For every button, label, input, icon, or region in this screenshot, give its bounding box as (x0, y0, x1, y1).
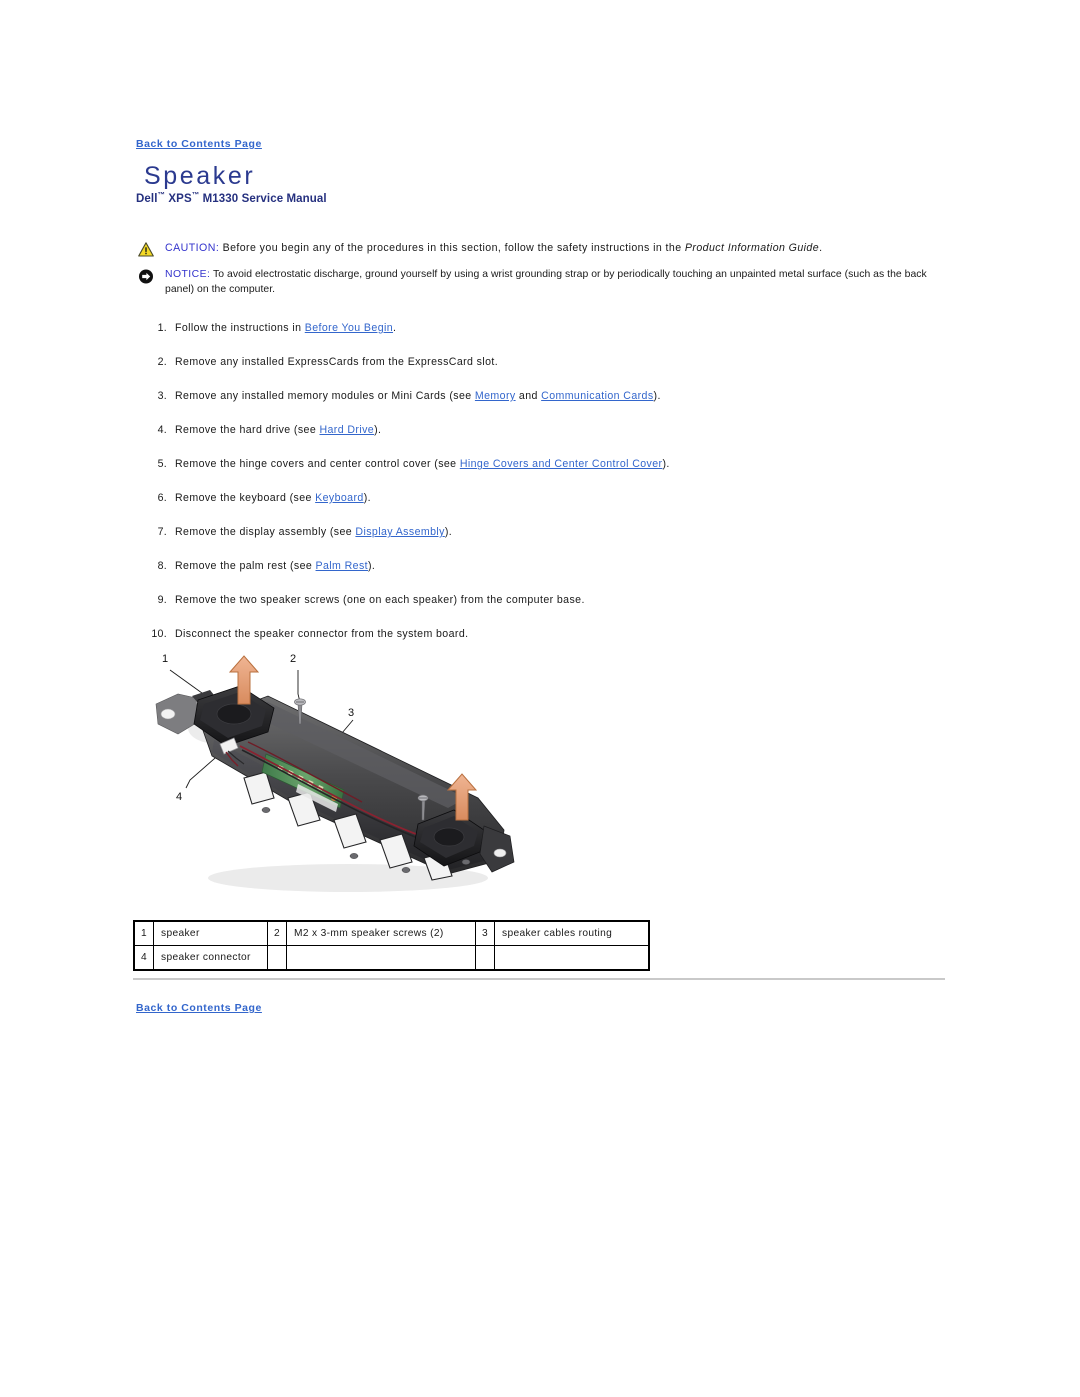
step-text-pre: Remove the keyboard (see (175, 492, 316, 504)
subtitle-dell: Dell (136, 192, 158, 205)
notice-arrow-icon (138, 269, 154, 284)
step-text-pre: Remove the palm rest (see (175, 560, 316, 572)
legend-label: M2 x 3-mm speaker screws (2) (286, 920, 476, 946)
step-text: Remove the keyboard (see Keyboard). (175, 492, 371, 504)
list-item: 9. Remove the two speaker screws (one on… (145, 594, 965, 628)
step-text: Follow the instructions in Before You Be… (175, 322, 396, 334)
trademark-symbol-1: ™ (157, 190, 166, 199)
list-item: 2. Remove any installed ExpressCards fro… (145, 356, 965, 390)
step-number: 4. (157, 424, 167, 436)
link-display-assembly[interactable]: Display Assembly (355, 526, 444, 538)
step-text-mid: and (515, 390, 542, 402)
step-text: Remove the two speaker screws (one on ea… (175, 594, 585, 606)
legend-index: 4 (133, 945, 154, 971)
step-number: 6. (157, 492, 167, 504)
speaker-removal-illustration: 1 2 3 4 (148, 648, 540, 900)
step-text-post: ). (374, 424, 382, 436)
list-item: 6. Remove the keyboard (see Keyboard). (145, 492, 965, 526)
service-manual-page: Back to Contents Page Speaker Dell™ XPS™… (0, 0, 1080, 1397)
step-number: 8. (157, 560, 167, 572)
list-item: 5. Remove the hinge covers and center co… (145, 458, 965, 492)
caution-admonition: CAUTION: Before you begin any of the pro… (138, 241, 956, 257)
step-number: 3. (157, 390, 167, 402)
step-number: 5. (157, 458, 167, 470)
step-text-pre: Remove the two speaker screws (one on ea… (175, 594, 585, 606)
list-item: 8. Remove the palm rest (see Palm Rest). (145, 560, 965, 594)
caution-text: CAUTION: Before you begin any of the pro… (165, 241, 956, 256)
link-communication-cards[interactable]: Communication Cards (541, 390, 653, 402)
step-number: 2. (157, 356, 167, 368)
footer-divider (133, 978, 945, 980)
step-text: Disconnect the speaker connector from th… (175, 628, 468, 640)
step-text-pre: Remove the hinge covers and center contr… (175, 458, 460, 470)
callout-3: 3 (348, 707, 354, 719)
step-text-pre: Remove the hard drive (see (175, 424, 320, 436)
link-memory[interactable]: Memory (475, 390, 516, 402)
callout-4: 4 (176, 791, 182, 803)
back-to-contents-link-top[interactable]: Back to Contents Page (136, 138, 262, 150)
speaker-removal-photo: 1 2 3 4 (148, 648, 540, 900)
legend-index: 2 (267, 920, 287, 946)
manual-subtitle: Dell™ XPS™ M1330 Service Manual (136, 190, 327, 205)
step-text: Remove the hinge covers and center contr… (175, 458, 670, 470)
legend-index (475, 945, 495, 971)
notice-body: To avoid electrostatic discharge, ground… (165, 269, 927, 295)
subtitle-xps: XPS (165, 192, 192, 205)
list-item: 7. Remove the display assembly (see Disp… (145, 526, 965, 560)
step-text-post: ). (363, 492, 371, 504)
step-number: 7. (157, 526, 167, 538)
callout-1: 1 (162, 653, 168, 665)
table-row: 1 speaker 2 M2 x 3-mm speaker screws (2)… (133, 920, 650, 946)
legend-index (267, 945, 287, 971)
legend-label (494, 945, 650, 971)
table-row: 4 speaker connector (133, 945, 650, 971)
page-title: Speaker (144, 162, 256, 190)
step-text-pre: Disconnect the speaker connector from th… (175, 628, 469, 640)
link-keyboard[interactable]: Keyboard (315, 492, 364, 504)
warning-triangle-icon (138, 242, 154, 257)
link-before-you-begin[interactable]: Before You Begin (305, 322, 393, 334)
caution-guide-reference: Product Information Guide (684, 242, 820, 254)
procedure-step-list: 1. Follow the instructions in Before You… (145, 322, 965, 662)
legend-label: speaker (153, 920, 268, 946)
notice-text: NOTICE: To avoid electrostatic discharge… (165, 268, 956, 297)
link-hard-drive[interactable]: Hard Drive (319, 424, 374, 436)
step-text-post: . (393, 322, 397, 334)
step-text-pre: Remove any installed ExpressCards from t… (175, 356, 499, 368)
caution-text-before: Before you begin any of the procedures i… (219, 242, 685, 254)
list-item: 4. Remove the hard drive (see Hard Drive… (145, 424, 965, 458)
step-text-pre: Remove the display assembly (see (175, 526, 356, 538)
legend-label: speaker connector (153, 945, 268, 971)
step-number: 9. (157, 594, 167, 606)
legend-label: speaker cables routing (494, 920, 650, 946)
step-number: 1. (157, 322, 167, 334)
figure-legend-table: 1 speaker 2 M2 x 3-mm speaker screws (2)… (133, 920, 650, 971)
step-text-post: ). (653, 390, 661, 402)
step-text-post: ). (368, 560, 376, 572)
step-text-pre: Follow the instructions in (175, 322, 305, 334)
legend-index: 1 (133, 920, 154, 946)
step-text-post: ). (444, 526, 453, 538)
caution-label: CAUTION: (165, 242, 220, 254)
step-text: Remove any installed ExpressCards from t… (175, 356, 498, 368)
back-to-contents-link-bottom[interactable]: Back to Contents Page (136, 1002, 262, 1014)
step-text: Remove the palm rest (see Palm Rest). (175, 560, 375, 572)
step-number: 10. (151, 628, 167, 640)
subtitle-model: M1330 Service Manual (199, 192, 327, 205)
step-text: Remove the display assembly (see Display… (175, 526, 452, 538)
step-text-post: ). (662, 458, 670, 470)
link-palm-rest[interactable]: Palm Rest (316, 560, 368, 572)
list-item: 1. Follow the instructions in Before You… (145, 322, 965, 356)
list-item: 3. Remove any installed memory modules o… (145, 390, 965, 424)
notice-label: NOTICE: (165, 269, 211, 280)
step-text-pre: Remove any installed memory modules or M… (175, 390, 475, 402)
caution-text-after: . (819, 242, 823, 254)
step-text: Remove any installed memory modules or M… (175, 390, 661, 402)
link-hinge-covers-and-center-control-cover[interactable]: Hinge Covers and Center Control Cover (460, 458, 663, 470)
legend-index: 3 (475, 920, 495, 946)
step-text: Remove the hard drive (see Hard Drive). (175, 424, 381, 436)
legend-label (286, 945, 476, 971)
callout-2: 2 (290, 653, 296, 665)
notice-admonition: NOTICE: To avoid electrostatic discharge… (138, 268, 956, 297)
